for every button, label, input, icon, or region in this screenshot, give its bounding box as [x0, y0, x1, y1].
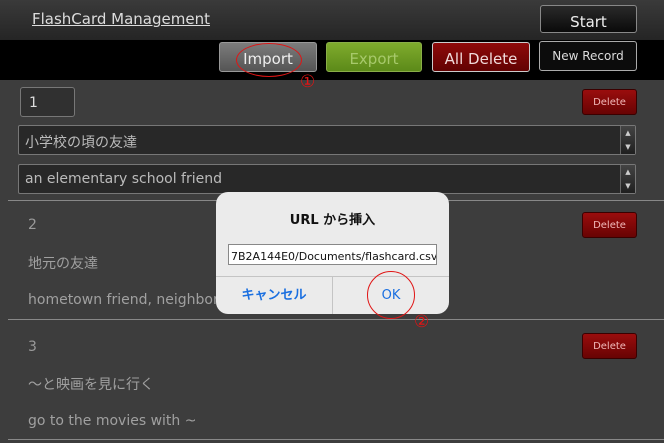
record-question-text[interactable]: 地元の友達 [28, 253, 98, 273]
toolbar: Import Export All Delete New Record [0, 40, 664, 80]
chevron-down-icon[interactable]: ▼ [621, 179, 635, 193]
record-number-field[interactable]: 1 [20, 87, 75, 117]
url-input-value: 7B2A144E0/Documents/flashcard.csv [231, 250, 437, 263]
top-bar: FlashCard Management Start [0, 0, 664, 40]
record-divider [8, 439, 664, 440]
chevron-up-icon[interactable]: ▲ [621, 126, 635, 140]
url-input[interactable]: 7B2A144E0/Documents/flashcard.csv [228, 244, 437, 265]
app-title[interactable]: FlashCard Management [32, 10, 210, 28]
annotation-circle-ok [367, 271, 415, 319]
record-answer-text[interactable]: hometown friend, neighbor [28, 292, 219, 308]
field-stepper[interactable]: ▲ ▼ [620, 165, 635, 193]
annotation-number-1: ① [300, 72, 316, 92]
record-answer-field[interactable]: an elementary school friend ▲ ▼ [18, 164, 636, 194]
all-delete-button[interactable]: All Delete [432, 42, 530, 72]
record-number: 3 [28, 339, 37, 355]
dialog-title: URL から挿入 [289, 213, 376, 228]
record-question-field[interactable]: 小学校の頃の友達 ▲ ▼ [18, 125, 636, 155]
record-question-text: 小学校の頃の友達 [25, 135, 137, 151]
chevron-up-icon[interactable]: ▲ [621, 165, 635, 179]
new-record-button[interactable]: New Record [539, 41, 637, 71]
record-divider [8, 319, 664, 320]
record-delete-button[interactable]: Delete [582, 89, 637, 115]
field-stepper[interactable]: ▲ ▼ [620, 126, 635, 154]
cancel-button[interactable]: キャンセル [216, 277, 332, 314]
record-delete-button[interactable]: Delete [582, 333, 637, 359]
record-delete-button[interactable]: Delete [582, 212, 637, 238]
record-number: 2 [28, 217, 37, 233]
start-button[interactable]: Start [540, 5, 637, 33]
chevron-down-icon[interactable]: ▼ [621, 140, 635, 154]
record-answer-text[interactable]: go to the movies with ~ [28, 413, 196, 429]
record-answer-text: an elementary school friend [25, 171, 222, 187]
annotation-number-2: ② [414, 312, 430, 332]
export-button[interactable]: Export [326, 42, 422, 72]
record-question-text[interactable]: 〜と映画を見に行く [28, 374, 154, 394]
annotation-circle-import [236, 43, 302, 77]
